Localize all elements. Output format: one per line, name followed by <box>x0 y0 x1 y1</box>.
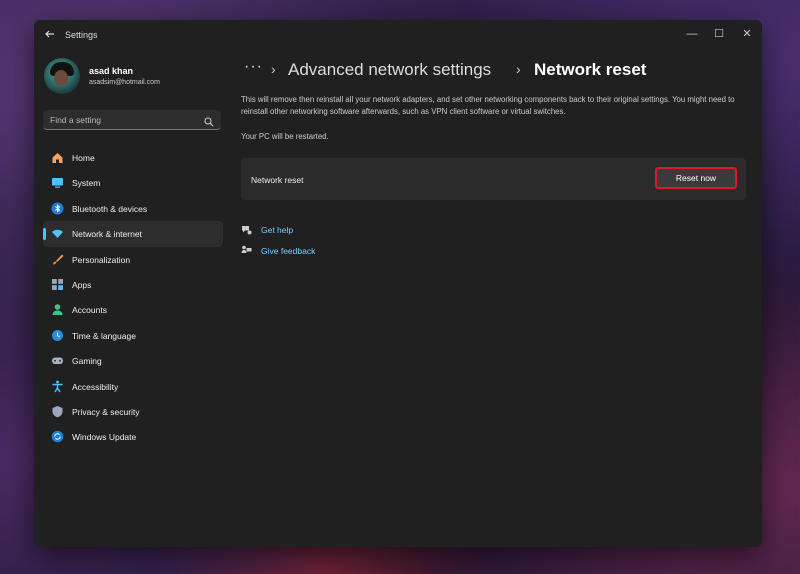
app-title: Settings <box>65 30 98 40</box>
breadcrumb-overflow[interactable]: ··· <box>244 58 263 76</box>
breadcrumb-separator: › <box>516 61 521 77</box>
reset-description: This will remove then reinstall all your… <box>241 95 735 116</box>
reset-now-button[interactable]: Reset now <box>655 167 737 189</box>
sidebar-item-home[interactable]: Home <box>43 145 223 170</box>
accessibility-icon <box>51 380 64 393</box>
bluetooth-icon <box>51 202 64 215</box>
title-bar: Settings — ☐ ✕ <box>34 20 762 50</box>
profile-email: asadsim@hotmail.com <box>89 79 160 86</box>
sidebar-item-network[interactable]: Network & internet <box>43 221 223 247</box>
brush-icon <box>51 253 64 266</box>
back-arrow-icon[interactable] <box>44 28 58 42</box>
shield-icon <box>51 405 64 418</box>
profile-name: asad khan <box>89 66 134 76</box>
restart-note: Your PC will be restarted. <box>241 132 329 141</box>
gamepad-icon <box>51 354 64 367</box>
search-placeholder: Find a setting <box>50 115 102 125</box>
sidebar-item-accounts[interactable]: Accounts <box>43 297 223 322</box>
search-icon <box>204 114 214 127</box>
avatar <box>44 58 80 94</box>
search-input[interactable]: Find a setting <box>43 110 221 130</box>
network-reset-card: Network reset Reset now <box>241 158 746 200</box>
minimize-button[interactable]: — <box>682 25 702 43</box>
close-button[interactable]: ✕ <box>737 25 757 43</box>
sidebar-item-gaming[interactable]: Gaming <box>43 348 223 373</box>
maximize-button[interactable]: ☐ <box>709 25 729 43</box>
sidebar-item-bluetooth[interactable]: Bluetooth & devices <box>43 196 223 221</box>
breadcrumb-separator: › <box>271 61 276 77</box>
update-icon <box>51 430 64 443</box>
feedback-icon <box>241 245 252 256</box>
sidebar-item-privacy-security[interactable]: Privacy & security <box>43 399 223 424</box>
wifi-icon <box>51 227 64 240</box>
home-icon <box>51 151 64 164</box>
sidebar-item-windows-update[interactable]: Windows Update <box>43 424 223 449</box>
globe-icon <box>51 329 64 342</box>
sidebar-item-system[interactable]: System <box>43 170 223 195</box>
help-icon <box>241 224 252 235</box>
card-label: Network reset <box>251 175 304 185</box>
page-title: Network reset <box>534 60 647 79</box>
breadcrumb-parent[interactable]: Advanced network settings <box>288 60 491 80</box>
sidebar-item-time-language[interactable]: Time & language <box>43 323 223 348</box>
sidebar-item-personalization[interactable]: Personalization <box>43 247 223 272</box>
apps-icon <box>51 278 64 291</box>
accounts-icon <box>51 303 64 316</box>
sidebar-nav: Home System Bluetooth & devices Network … <box>43 145 223 450</box>
settings-window: Settings — ☐ ✕ asad khan asadsim@hotmail… <box>34 20 762 547</box>
sidebar-item-accessibility[interactable]: Accessibility <box>43 374 223 399</box>
system-icon <box>51 176 64 189</box>
sidebar-item-apps[interactable]: Apps <box>43 272 223 297</box>
